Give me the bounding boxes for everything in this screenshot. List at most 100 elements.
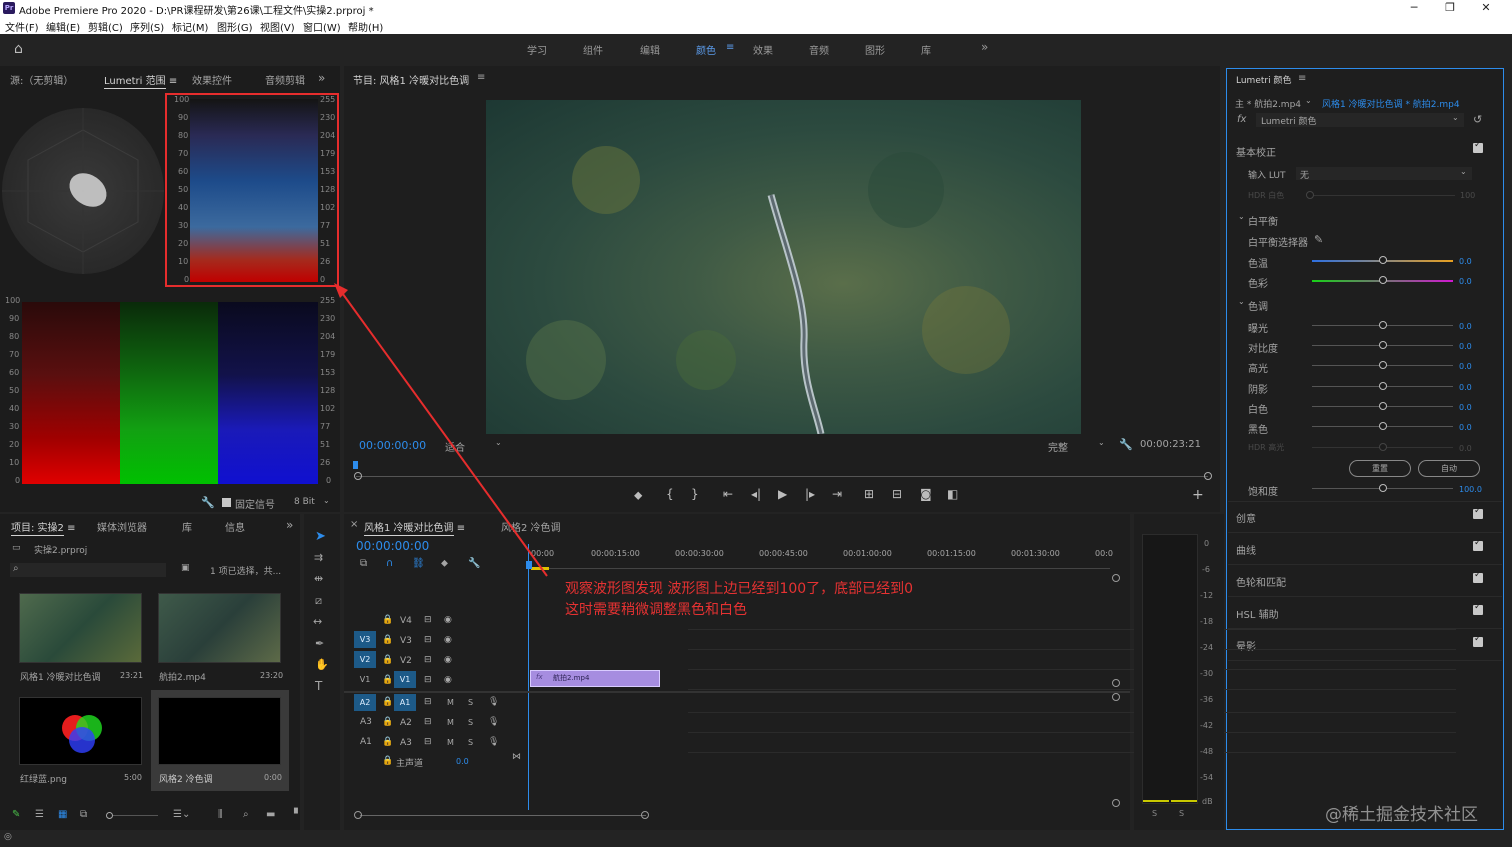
vertical-scroll-handle[interactable] [1112,574,1120,582]
sync-lock-icon[interactable]: ⊟ [424,615,432,625]
extract-icon[interactable]: ⊟ [892,487,902,501]
input-lut-select[interactable] [1296,167,1472,180]
workspace-learn[interactable]: 学习 [527,42,547,57]
blacks-value[interactable]: 0.0 [1459,423,1472,432]
tab-lumetri-scopes[interactable]: Lumetri 范围 ≡ [104,72,177,89]
curves-section[interactable]: 曲线 [1236,542,1256,557]
home-icon[interactable]: ⌂ [14,41,23,57]
work-area-bar[interactable] [531,567,549,570]
eye-icon[interactable]: ◉ [444,675,452,685]
lock-icon[interactable]: 🔒 [382,655,393,665]
program-timecode[interactable]: 00:00:00:00 [359,439,426,452]
whites-value[interactable]: 0.0 [1459,403,1472,412]
tab-info[interactable]: 信息 [225,519,245,534]
horizontal-scroll-handle[interactable] [641,811,649,819]
track-target-v1[interactable]: V1 [394,671,416,688]
chevron-down-icon[interactable]: ⌄ [1452,113,1459,122]
pen-tool-icon[interactable]: ✒ [315,637,324,650]
more-tabs-icon[interactable]: » [286,518,293,532]
creative-checkbox[interactable] [1473,506,1483,519]
add-button-icon[interactable]: + [1192,487,1204,503]
add-marker-icon[interactable]: ⬥ [441,558,448,569]
track-select-tool-icon[interactable]: ⇉ [314,551,323,564]
go-to-out-icon[interactable]: ⇥ [832,487,842,501]
source-patch-v3[interactable]: V3 [354,631,376,648]
vertical-scroll-handle[interactable] [1112,693,1120,701]
new-bin-icon[interactable]: ▣ [181,563,190,573]
timeline-timecode[interactable]: 00:00:00:00 [356,539,429,553]
hsl-section[interactable]: HSL 辅助 [1236,606,1279,621]
go-to-end-icon[interactable]: ⋈ [512,752,521,762]
step-forward-icon[interactable]: |▸ [805,487,815,501]
scrubber-start-handle[interactable] [354,472,362,480]
blacks-knob[interactable] [1379,422,1387,430]
solo-button[interactable]: S [468,738,473,747]
chevron-down-icon[interactable]: ⌄ [1460,167,1467,176]
menu-marker[interactable]: 标记(M) [172,19,208,34]
lock-icon[interactable]: 🔒 [382,717,393,727]
auto-button[interactable]: 自动 [1418,460,1480,477]
menu-window[interactable]: 窗口(W) [303,19,341,34]
find-icon[interactable]: ⌕ [243,809,249,820]
solo-button[interactable]: S [468,698,473,707]
sync-lock-icon[interactable]: ⊟ [424,655,432,665]
go-to-in-icon[interactable]: ⇤ [723,487,733,501]
menu-help[interactable]: 帮助(H) [348,19,383,34]
selection-tool-icon[interactable]: ➤ [315,529,326,544]
mute-button[interactable]: M [447,718,454,727]
exposure-value[interactable]: 0.0 [1459,322,1472,331]
thumbnail-rgb-image[interactable] [19,697,142,765]
lift-icon[interactable]: ⊞ [864,487,874,501]
lock-icon[interactable]: 🔒 [382,675,393,685]
hand-tool-icon[interactable]: ✋ [315,658,329,671]
temperature-knob[interactable] [1379,256,1387,264]
solo-left-button[interactable]: S [1152,809,1157,818]
fixed-signal-checkbox[interactable] [222,498,231,507]
menu-sequence[interactable]: 序列(S) [130,19,164,34]
playhead-marker[interactable] [353,461,358,469]
lock-icon[interactable]: 🔒 [382,635,393,645]
vertical-scroll-handle[interactable] [1112,799,1120,807]
source-patch-a2[interactable]: A2 [354,694,376,711]
workspace-assembly[interactable]: 组件 [583,42,603,57]
lumetri-master-clip[interactable]: 主 * 航拍2.mp4 [1235,97,1301,110]
program-menu-icon[interactable]: ≡ [477,72,485,83]
tab-effect-controls[interactable]: 效果控件 [192,72,232,87]
reset-effect-icon[interactable]: ↺ [1473,113,1482,126]
tint-knob[interactable] [1379,276,1387,284]
eye-icon[interactable]: ◉ [444,615,452,625]
new-item-icon[interactable]: ▝ [290,809,298,820]
workspace-editing[interactable]: 编辑 [640,42,660,57]
more-workspaces-icon[interactable]: » [981,40,988,54]
hsl-checkbox[interactable] [1473,602,1483,615]
menu-view[interactable]: 视图(V) [260,19,295,34]
tab-media-browser[interactable]: 媒体浏览器 [97,519,147,534]
icon-view-icon[interactable]: ▦ [58,809,67,820]
vertical-scroll-handle[interactable] [1112,679,1120,687]
track-target-a1[interactable]: A1 [394,694,416,711]
freeform-view-icon[interactable]: ⧉ [80,809,87,820]
thumbnail-sequence-1[interactable] [19,593,142,663]
play-icon[interactable]: ▶ [778,487,787,501]
chevron-down-icon[interactable]: ⌄ [1305,96,1312,105]
scrubber-end-handle[interactable] [1204,472,1212,480]
playback-scrubber[interactable] [356,476,1208,477]
tab-project[interactable]: 项目: 实操2 ≡ [11,519,76,536]
zoom-knob[interactable] [106,812,113,819]
close-tab-icon[interactable]: × [350,519,358,530]
eye-icon[interactable]: ◉ [444,635,452,645]
mark-in-icon[interactable]: { [666,487,674,501]
source-patch-v2[interactable]: V2 [354,651,376,668]
color-wheels-section[interactable]: 色轮和匹配 [1236,574,1286,589]
tab-audio-clip-mixer[interactable]: 音频剪辑 [265,72,305,87]
solo-button[interactable]: S [468,718,473,727]
menu-clip[interactable]: 剪辑(C) [88,19,123,34]
panel-menu-icon[interactable]: ≡ [169,76,177,87]
workspace-menu-icon[interactable]: ≡ [726,42,734,53]
pencil-icon[interactable]: ✎ [12,809,20,820]
slip-tool-icon[interactable]: ↔ [313,615,322,628]
basic-correction-checkbox[interactable] [1473,140,1483,153]
quality-select[interactable]: 完整 [1048,439,1068,454]
time-ruler[interactable]: 00:00 00:00:15:00 00:00:30:00 00:00:45:0… [530,548,1113,572]
zoom-slider[interactable] [113,815,158,816]
